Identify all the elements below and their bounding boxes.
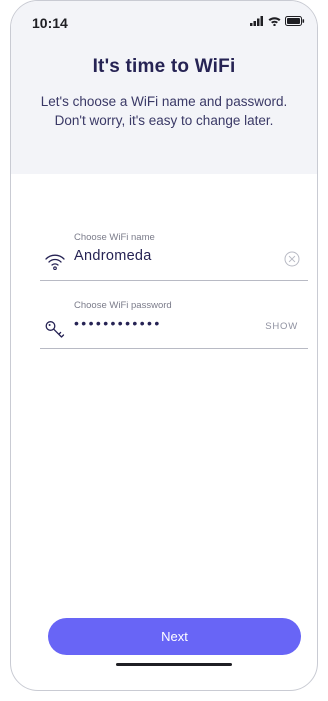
page-subtitle: Let's choose a WiFi name and password. D… [11, 92, 317, 130]
header-panel: 10:14 It's time to WiFi Let's choose a W… [11, 1, 317, 174]
wifi-icon [44, 250, 66, 272]
page-title: It's time to WiFi [92, 56, 236, 77]
wifi-name-field[interactable]: Choose WiFi name Andromeda [40, 232, 308, 281]
wifi-icon [268, 17, 281, 26]
signal-icon [250, 16, 263, 26]
battery-icon [285, 16, 305, 26]
subtitle-line-1: Let's choose a WiFi name and password. [40, 94, 288, 109]
show-password-button[interactable]: SHOW [265, 321, 298, 332]
key-icon [44, 318, 66, 340]
wifi-name-label: Choose WiFi name [74, 232, 155, 243]
next-button[interactable]: Next [48, 618, 301, 655]
wifi-password-input[interactable]: •••••••••••• [74, 315, 162, 331]
home-indicator [116, 663, 232, 666]
status-icons [250, 16, 305, 26]
clear-icon[interactable] [284, 251, 300, 267]
wifi-password-field[interactable]: Choose WiFi password •••••••••••• SHOW [40, 300, 308, 349]
status-bar: 10:14 [11, 1, 317, 41]
wifi-name-input[interactable]: Andromeda [74, 248, 152, 264]
status-time: 10:14 [32, 15, 68, 31]
phone-screen: 10:14 It's time to WiFi Let's choose a W… [10, 0, 318, 691]
wifi-password-label: Choose WiFi password [74, 300, 172, 311]
subtitle-line-2: Don't worry, it's easy to change later. [54, 113, 274, 128]
